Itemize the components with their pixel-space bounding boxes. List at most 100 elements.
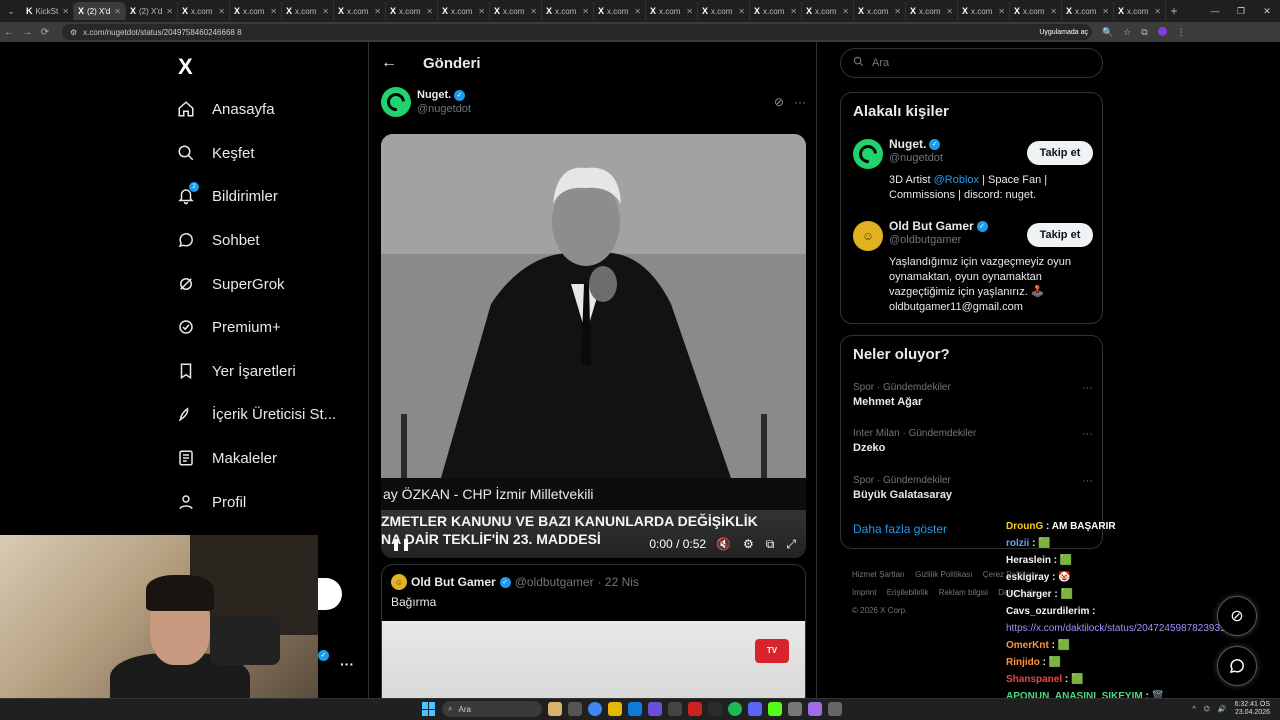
site-info-icon[interactable]: ⚙ [70,28,77,37]
nav-item-explore[interactable]: Keşfet [176,138,255,168]
kick-icon[interactable] [768,702,782,716]
browser-tab[interactable]: Xx.com ✕ [490,2,542,20]
author-handle[interactable]: @nugetdot [417,102,471,116]
tab-close-icon[interactable]: ✕ [478,7,485,16]
bio-link[interactable]: @Roblox [934,174,979,186]
browser-tab[interactable]: Xx.com ✕ [438,2,490,20]
tab-close-icon[interactable]: ✕ [374,7,381,16]
close-window-icon[interactable]: ✕ [1254,6,1280,17]
browser-tab[interactable]: Xx.com ✕ [178,2,230,20]
nav-item-articles[interactable]: Makaleler [176,443,277,473]
browser-tab[interactable]: Xx.com ✕ [1114,2,1166,20]
tray-chevron-icon[interactable]: ^ [1192,706,1195,713]
person-handle[interactable]: @oldbutgamer [889,233,988,247]
browser-tab[interactable]: Xx.com ✕ [594,2,646,20]
edge-icon[interactable] [628,702,642,716]
bookmark-star-icon[interactable]: ☆ [1123,27,1131,38]
nav-item-premium[interactable]: Premium+ [176,312,281,342]
browser-tab[interactable]: X (2) X'd ✕ [126,2,178,20]
volume-icon[interactable]: 🔊 [1218,705,1227,713]
file-explorer-icon[interactable] [608,702,622,716]
tab-close-icon[interactable]: ✕ [1050,7,1057,16]
taskbar-search[interactable]: ⌕ Ara [442,701,542,717]
spotify-icon[interactable] [728,702,742,716]
tab-close-icon[interactable]: ✕ [270,7,277,16]
taskbar-app-icon[interactable] [668,702,682,716]
nav-item-creator-studio[interactable]: İçerik Üreticisi St... [176,399,336,429]
open-in-app-chip[interactable]: Uygulamada aç [1039,29,1088,36]
quoted-post[interactable]: ☺ Old But Gamer ✓ @oldbutgamer · 22 Nis … [381,564,806,702]
browser-tab[interactable]: Xx.com ✕ [750,2,802,20]
tab-close-icon[interactable]: ✕ [114,7,121,16]
profile-avatar-icon[interactable] [1157,26,1167,38]
tab-close-icon[interactable]: ✕ [946,7,953,16]
browser-tab[interactable]: Xx.com ✕ [854,2,906,20]
url-field[interactable]: ⚙ x.com/nugetdot/status/2049758460246668… [62,24,1092,40]
browser-tab[interactable]: Xx.com ✕ [1010,2,1062,20]
author-name[interactable]: Nuget. [417,88,451,102]
more-options-icon[interactable]: ··· [794,95,806,109]
tab-close-icon[interactable]: ✕ [790,7,797,16]
taskbar-app-icon[interactable] [788,702,802,716]
mute-icon[interactable]: 🔇 [716,537,731,552]
video-player[interactable]: ay ÖZKAN - CHP İzmir Milletvekili ZMETLE… [381,134,806,558]
taskbar-app-icon[interactable] [688,702,702,716]
back-arrow-icon[interactable]: ← [381,54,401,72]
tab-close-icon[interactable]: ✕ [1102,7,1109,16]
tab-close-icon[interactable]: ✕ [582,7,589,16]
tab-close-icon[interactable]: ✕ [218,7,225,16]
search-input[interactable]: Ara [840,48,1103,78]
new-tab-button[interactable]: + [1166,4,1182,18]
more-options-icon[interactable]: ··· [1082,382,1093,394]
show-more-link[interactable]: Daha fazla göster [853,522,947,536]
person-name[interactable]: Nuget. [889,137,926,151]
browser-tab[interactable]: Xx.com ✕ [230,2,282,20]
trend-item[interactable]: Inter Milan · Gündemdekiler Dzeko ··· [853,428,1093,454]
trend-item[interactable]: Spor · Gündemdekiler Mehmet Ağar ··· [853,382,1093,408]
account-more-icon[interactable]: ··· [340,656,354,672]
browser-menu-icon[interactable]: ⋮ [1177,27,1186,38]
browser-tab[interactable]: Xx.com ✕ [1062,2,1114,20]
avatar[interactable]: ☺ [853,221,883,251]
browser-tab[interactable]: Xx.com ✕ [698,2,750,20]
clock[interactable]: 6:32:41 ÖS 23.04.2026 [1235,701,1270,717]
nav-item-home[interactable]: Anasayfa [176,94,275,124]
nav-item-profile[interactable]: Profil [176,487,246,517]
taskbar-app-icon[interactable] [828,702,842,716]
quote-media[interactable]: TV [382,621,805,702]
tab-close-icon[interactable]: ✕ [62,7,69,16]
tab-close-icon[interactable]: ✕ [166,7,173,16]
browser-tab[interactable]: Xx.com ✕ [802,2,854,20]
browser-tab[interactable]: Xx.com ✕ [334,2,386,20]
taskbar-app-icon[interactable] [568,702,582,716]
avatar[interactable]: ☺ [391,574,407,590]
person-name[interactable]: Old But Gamer [889,219,974,233]
settings-icon[interactable]: ⚙ [743,537,754,552]
footer-link[interactable]: Erişilebilirlik [887,588,929,597]
follow-button[interactable]: Takip et [1027,141,1093,165]
tab-close-icon[interactable]: ✕ [322,7,329,16]
messages-fab-icon[interactable] [1217,646,1257,686]
browser-tab[interactable]: X (2) X'd ✕ [74,2,126,20]
minimize-icon[interactable]: — [1202,6,1228,17]
taskbar-app-icon[interactable] [548,702,562,716]
browser-tab[interactable]: Xx.com ✕ [906,2,958,20]
x-logo[interactable]: X [178,54,193,80]
chat-link[interactable]: https://x.com/daktilock/status/204724598… [1006,623,1242,634]
tab-close-icon[interactable]: ✕ [530,7,537,16]
taskbar-app-icon[interactable] [808,702,822,716]
maximize-icon[interactable]: ❐ [1228,6,1254,17]
more-options-icon[interactable]: ··· [1082,428,1093,440]
nav-item-chat[interactable]: Sohbet [176,225,260,255]
back-nav-icon[interactable]: ← [0,27,18,38]
nav-item-bookmarks[interactable]: Yer İşaretleri [176,356,296,386]
pip-icon[interactable]: ⧉ [766,537,775,552]
tab-close-icon[interactable]: ✕ [426,7,433,16]
follow-button[interactable]: Takip et [1027,223,1093,247]
tab-close-icon[interactable]: ✕ [894,7,901,16]
footer-link[interactable]: Gizlilik Politikası [915,570,972,579]
trend-item[interactable]: Spor · Gündemdekiler Büyük Galatasaray ·… [853,475,1093,501]
tab-search-icon[interactable]: ⌄ [0,0,22,22]
tab-close-icon[interactable]: ✕ [1154,7,1161,16]
tab-close-icon[interactable]: ✕ [842,7,849,16]
